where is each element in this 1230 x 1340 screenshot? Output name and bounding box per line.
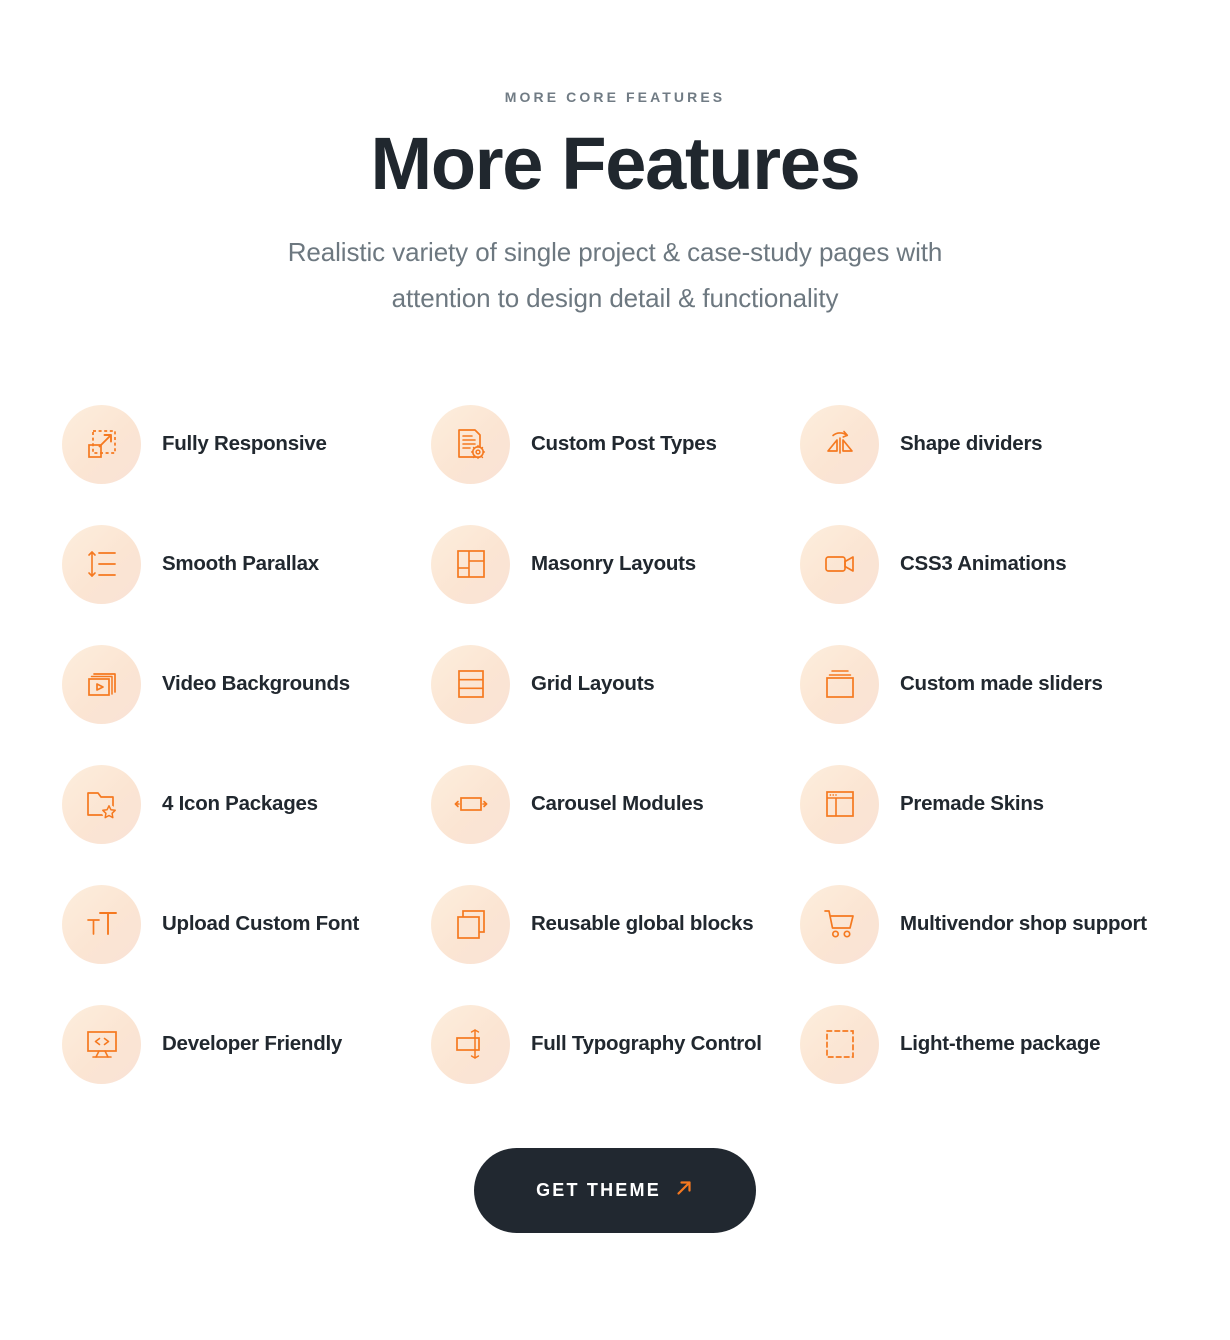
features-section: MORE CORE FEATURES More Features Realist… — [0, 0, 1230, 1340]
shopping-cart-icon — [800, 884, 879, 964]
feature-label: Video Backgrounds — [162, 672, 350, 695]
feature-item[interactable]: Developer Friendly — [62, 984, 431, 1104]
feature-item[interactable]: Shape dividers — [800, 384, 1170, 504]
features-grid: Fully Responsive Custom Post Types Shape… — [62, 384, 1170, 1104]
feature-label: Masonry Layouts — [531, 552, 696, 575]
video-camera-icon — [800, 524, 879, 604]
feature-item[interactable]: Upload Custom Font — [62, 864, 431, 984]
feature-item[interactable]: Smooth Parallax — [62, 504, 431, 624]
feature-label: Custom Post Types — [531, 432, 717, 455]
feature-label: Light-theme package — [900, 1032, 1101, 1055]
line-height-icon — [431, 1004, 510, 1084]
feature-label: Shape dividers — [900, 432, 1043, 455]
mirror-flip-icon — [800, 404, 879, 484]
feature-item[interactable]: Masonry Layouts — [431, 504, 800, 624]
font-size-icon — [62, 884, 141, 964]
feature-label: Developer Friendly — [162, 1032, 343, 1055]
masonry-grid-icon — [431, 524, 510, 604]
get-theme-button[interactable]: GET THEME — [474, 1148, 756, 1233]
feature-label: Multivendor shop support — [900, 912, 1147, 935]
feature-label: Smooth Parallax — [162, 552, 319, 575]
dashed-square-icon — [800, 1004, 879, 1084]
feature-item[interactable]: Grid Layouts — [431, 624, 800, 744]
feature-label: 4 Icon Packages — [162, 792, 318, 815]
feature-label: Upload Custom Font — [162, 912, 360, 935]
page-title: More Features — [370, 122, 861, 205]
feature-item[interactable]: Custom made sliders — [800, 624, 1170, 744]
feature-item[interactable]: Fully Responsive — [62, 384, 431, 504]
browser-sidebar-icon — [800, 764, 879, 844]
feature-item[interactable]: 4 Icon Packages — [62, 744, 431, 864]
vertical-scroll-lines-icon — [62, 524, 141, 604]
feature-item[interactable]: Custom Post Types — [431, 384, 800, 504]
feature-label: CSS3 Animations — [900, 552, 1067, 575]
feature-item[interactable]: Multivendor shop support — [800, 864, 1170, 984]
document-gear-icon — [431, 404, 510, 484]
feature-item[interactable]: Carousel Modules — [431, 744, 800, 864]
row-grid-icon — [431, 644, 510, 724]
section-subtitle: Realistic variety of single project & ca… — [0, 229, 1230, 322]
monitor-code-icon — [62, 1004, 141, 1084]
feature-label: Fully Responsive — [162, 432, 327, 455]
feature-item[interactable]: Reusable global blocks — [431, 864, 800, 984]
cta-container: GET THEME — [0, 1148, 1230, 1233]
feature-item[interactable]: Full Typography Control — [431, 984, 800, 1104]
subtitle-line-1: Realistic variety of single project & ca… — [287, 236, 943, 267]
copy-squares-icon — [431, 884, 510, 964]
carousel-arrows-icon — [431, 764, 510, 844]
feature-label: Custom made sliders — [900, 672, 1103, 695]
folder-star-icon — [62, 764, 141, 844]
feature-item[interactable]: Video Backgrounds — [62, 624, 431, 744]
feature-item[interactable]: Premade Skins — [800, 744, 1170, 864]
stacked-slides-icon — [800, 644, 879, 724]
feature-label: Full Typography Control — [531, 1032, 762, 1055]
feature-item[interactable]: Light-theme package — [800, 984, 1170, 1104]
cta-label: GET THEME — [536, 1180, 661, 1200]
feature-label: Premade Skins — [900, 792, 1044, 815]
feature-item[interactable]: CSS3 Animations — [800, 504, 1170, 624]
feature-label: Carousel Modules — [531, 792, 704, 815]
arrow-up-right-icon — [674, 1178, 694, 1203]
video-stack-play-icon — [62, 644, 141, 724]
subtitle-line-2: attention to design detail & functionali… — [391, 283, 839, 314]
section-eyebrow: MORE CORE FEATURES — [504, 89, 726, 105]
resize-expand-icon — [62, 404, 141, 484]
feature-label: Grid Layouts — [531, 672, 655, 695]
feature-label: Reusable global blocks — [531, 912, 754, 935]
